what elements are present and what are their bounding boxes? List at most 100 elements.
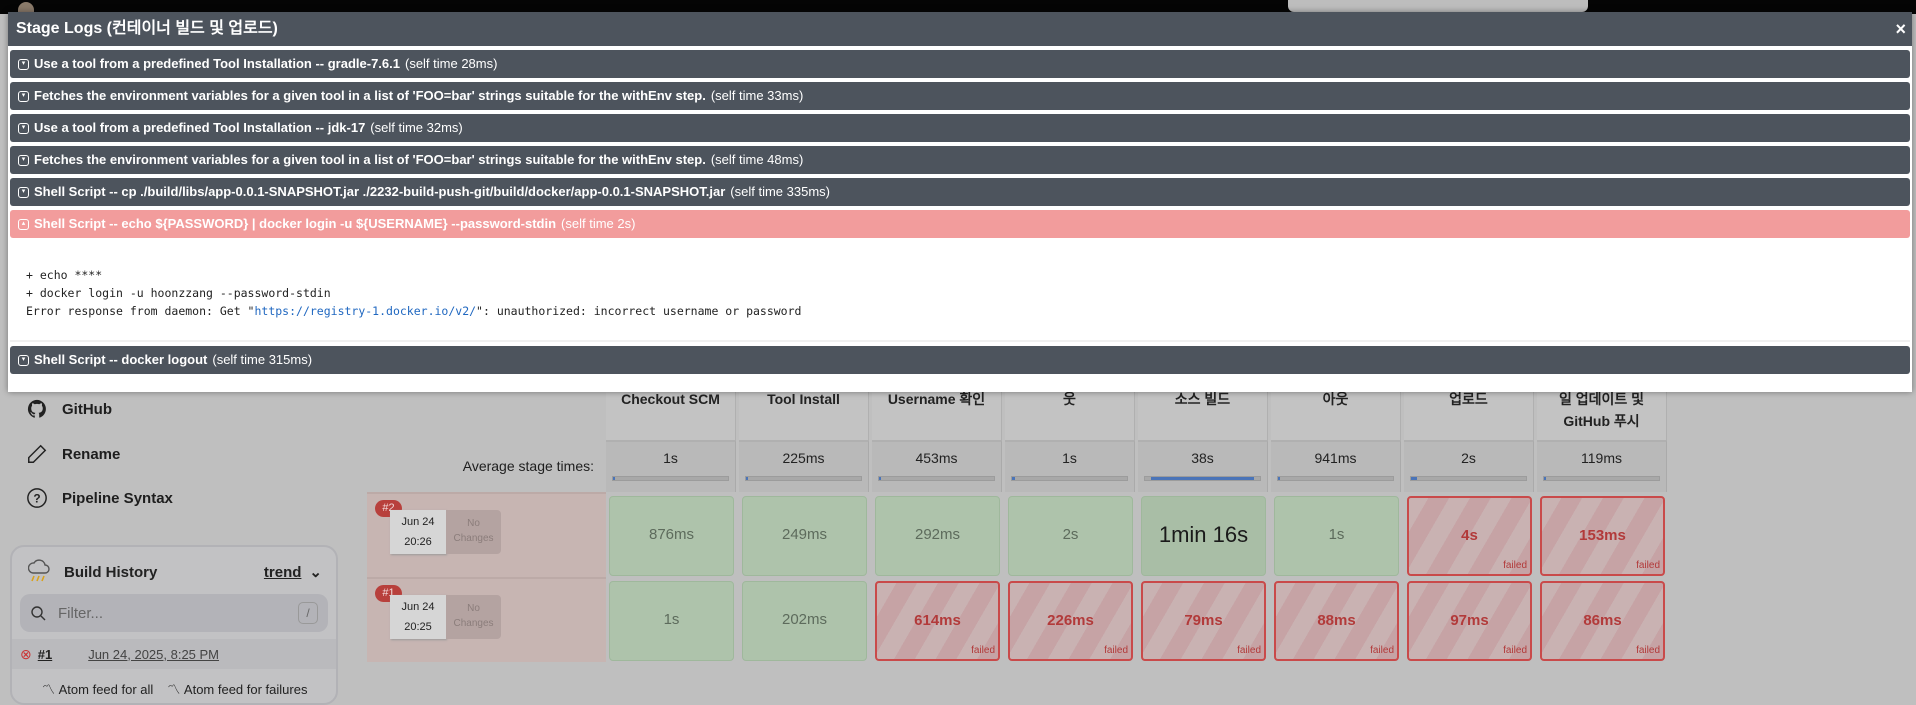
sidebar-item-label: Pipeline Syntax (62, 489, 173, 507)
build-date-link[interactable]: Jun 24, 2025, 8:25 PM (88, 647, 219, 662)
log-step-row[interactable]: ▾ Shell Script -- cp ./build/libs/app-0.0… (10, 178, 1910, 206)
stage-cell[interactable]: 79ms failed (1141, 581, 1266, 661)
sidebar-item-github[interactable]: GitHub (26, 398, 112, 420)
atom-feed-failures-link[interactable]: 〽 Atom feed for failures (167, 679, 307, 698)
sidebar-item-rename[interactable]: Rename (26, 443, 120, 465)
average-time: 941ms (1314, 450, 1357, 466)
build-history-title: Build History (64, 563, 158, 581)
stage-column: 소스 빌드 38s (1138, 380, 1268, 492)
average-progress-bar (1277, 476, 1394, 481)
stage-duration: 876ms (648, 526, 695, 543)
stage-cell[interactable]: 97ms failed (1407, 581, 1532, 661)
failed-status-icon: ⊗ (20, 645, 32, 662)
expand-icon[interactable]: ▾ (18, 186, 29, 198)
log-step-row[interactable]: ▾ Fetches the environment variables for a… (10, 82, 1910, 110)
stage-duration: 1s (663, 611, 680, 628)
stage-duration: 86ms (1583, 612, 1622, 629)
average-time: 119ms (1581, 450, 1622, 466)
stage-cell[interactable]: 2s (1008, 496, 1133, 576)
failed-label: failed (1636, 645, 1660, 656)
feed-all-label: Atom feed for all (58, 682, 154, 697)
average-progress-fill (746, 477, 749, 480)
svg-text:?: ? (33, 492, 40, 506)
trend-link[interactable]: trend (264, 564, 302, 581)
average-progress-fill (1544, 477, 1547, 480)
stage-cell[interactable]: 153ms failed (1540, 496, 1665, 576)
expand-icon[interactable]: ▾ (18, 354, 29, 366)
stage-cell[interactable]: 88ms failed (1274, 581, 1399, 661)
modal-title: Stage Logs (컨테이너 빌드 및 업로드) (16, 20, 278, 37)
stage-duration: 249ms (781, 526, 828, 543)
build-filter-input[interactable]: Filter... / (20, 594, 328, 632)
stage-cell[interactable]: 202ms (742, 581, 867, 661)
stage-average: 941ms (1271, 440, 1401, 492)
step-label: Fetches the environment variables for a … (34, 152, 706, 167)
build-date: Jun 24 (401, 516, 435, 528)
log-step-row[interactable]: ▾ Use a tool from a predefined Tool Insta… (10, 50, 1910, 78)
stage-cell[interactable]: 614ms failed (875, 581, 1000, 661)
average-time: 1s (663, 450, 678, 466)
expand-icon[interactable]: ▾ (18, 58, 29, 70)
stage-cell[interactable]: 249ms (742, 496, 867, 576)
sidebar-item-label: GitHub (62, 400, 112, 418)
build-history-row[interactable]: ⊗ #1 Jun 24, 2025, 8:25 PM (12, 639, 336, 669)
stage-cell[interactable]: 876ms (609, 496, 734, 576)
build-date: Jun 24 (401, 601, 435, 613)
build-time: 20:26 (404, 536, 432, 548)
no-changes-label[interactable]: No Changes (446, 510, 501, 554)
stage-cell[interactable]: 4s failed (1407, 496, 1532, 576)
stage-duration: 4s (1461, 527, 1478, 544)
weather-storm-icon (28, 559, 50, 582)
stage-average: 453ms (872, 440, 1002, 492)
step-self-time: (self time 33ms) (710, 88, 804, 103)
stage-duration: 97ms (1450, 612, 1489, 629)
average-progress-bar (745, 476, 862, 481)
stage-duration: 1min 16s (1158, 522, 1249, 547)
average-time: 2s (1461, 450, 1476, 466)
stage-cell[interactable]: 1s (609, 581, 734, 661)
build-number-link[interactable]: #1 (38, 647, 52, 662)
failed-label: failed (1636, 560, 1660, 571)
collapse-icon[interactable]: ▴ (18, 218, 29, 230)
average-progress-fill (1012, 477, 1016, 480)
average-progress-bar (1144, 476, 1261, 481)
sidebar-item-pipeline-syntax[interactable]: ? Pipeline Syntax (26, 487, 173, 509)
stage-cell[interactable]: 1min 16s (1141, 496, 1266, 576)
failed-label: failed (1104, 645, 1128, 656)
log-step-row[interactable]: ▴ Shell Script -- echo ${PASSWORD} | dock… (10, 210, 1910, 238)
expand-icon[interactable]: ▾ (18, 122, 29, 134)
log-text: ": unauthorized: incorrect username or p… (476, 304, 802, 318)
stage-duration: 202ms (781, 611, 828, 628)
stage-cell[interactable]: 1s (1274, 496, 1399, 576)
rss-icon: 〽 (167, 682, 184, 697)
expand-icon[interactable]: ▾ (18, 154, 29, 166)
close-icon[interactable]: × (1895, 12, 1906, 46)
chevron-down-icon[interactable]: ⌄ (309, 563, 322, 581)
log-step-row[interactable]: ▾ Use a tool from a predefined Tool Insta… (10, 114, 1910, 142)
stage-duration: 1s (1328, 526, 1345, 543)
build-date-card[interactable]: Jun 24 20:26 (390, 510, 446, 554)
expand-icon[interactable]: ▾ (18, 90, 29, 102)
filter-placeholder: Filter... (58, 604, 104, 622)
atom-feed-all-link[interactable]: 〽 Atom feed for all (42, 679, 153, 698)
step-self-time: (self time 48ms) (710, 152, 804, 167)
stage-cell[interactable]: 226ms failed (1008, 581, 1133, 661)
step-label: Shell Script -- echo ${PASSWORD} | docke… (34, 216, 557, 231)
shortcut-hint: / (298, 602, 318, 624)
feed-failures-label: Atom feed for failures (183, 682, 308, 697)
log-step-row[interactable]: ▾ Fetches the environment variables for a… (10, 146, 1910, 174)
build-date-card[interactable]: Jun 24 20:25 (390, 595, 446, 639)
log-line: + echo **** (26, 268, 103, 282)
stage-cell[interactable]: 86ms failed (1540, 581, 1665, 661)
stage-cell[interactable]: 292ms (875, 496, 1000, 576)
no-changes-label[interactable]: No Changes (446, 595, 501, 639)
failed-label: failed (1237, 645, 1261, 656)
stage-column: Tool Install 225ms (739, 380, 869, 492)
search-box[interactable] (1288, 0, 1588, 12)
stage-column: 아웃 941ms (1271, 380, 1401, 492)
stage-average: 38s (1138, 440, 1268, 492)
log-output: + echo **** + docker login -u hoonzzang -… (10, 238, 1910, 342)
github-icon (27, 399, 46, 418)
registry-link[interactable]: https://registry-1.docker.io/v2/ (254, 304, 476, 318)
log-step-row[interactable]: ▾ Shell Script -- docker logout (self time… (10, 346, 1910, 374)
